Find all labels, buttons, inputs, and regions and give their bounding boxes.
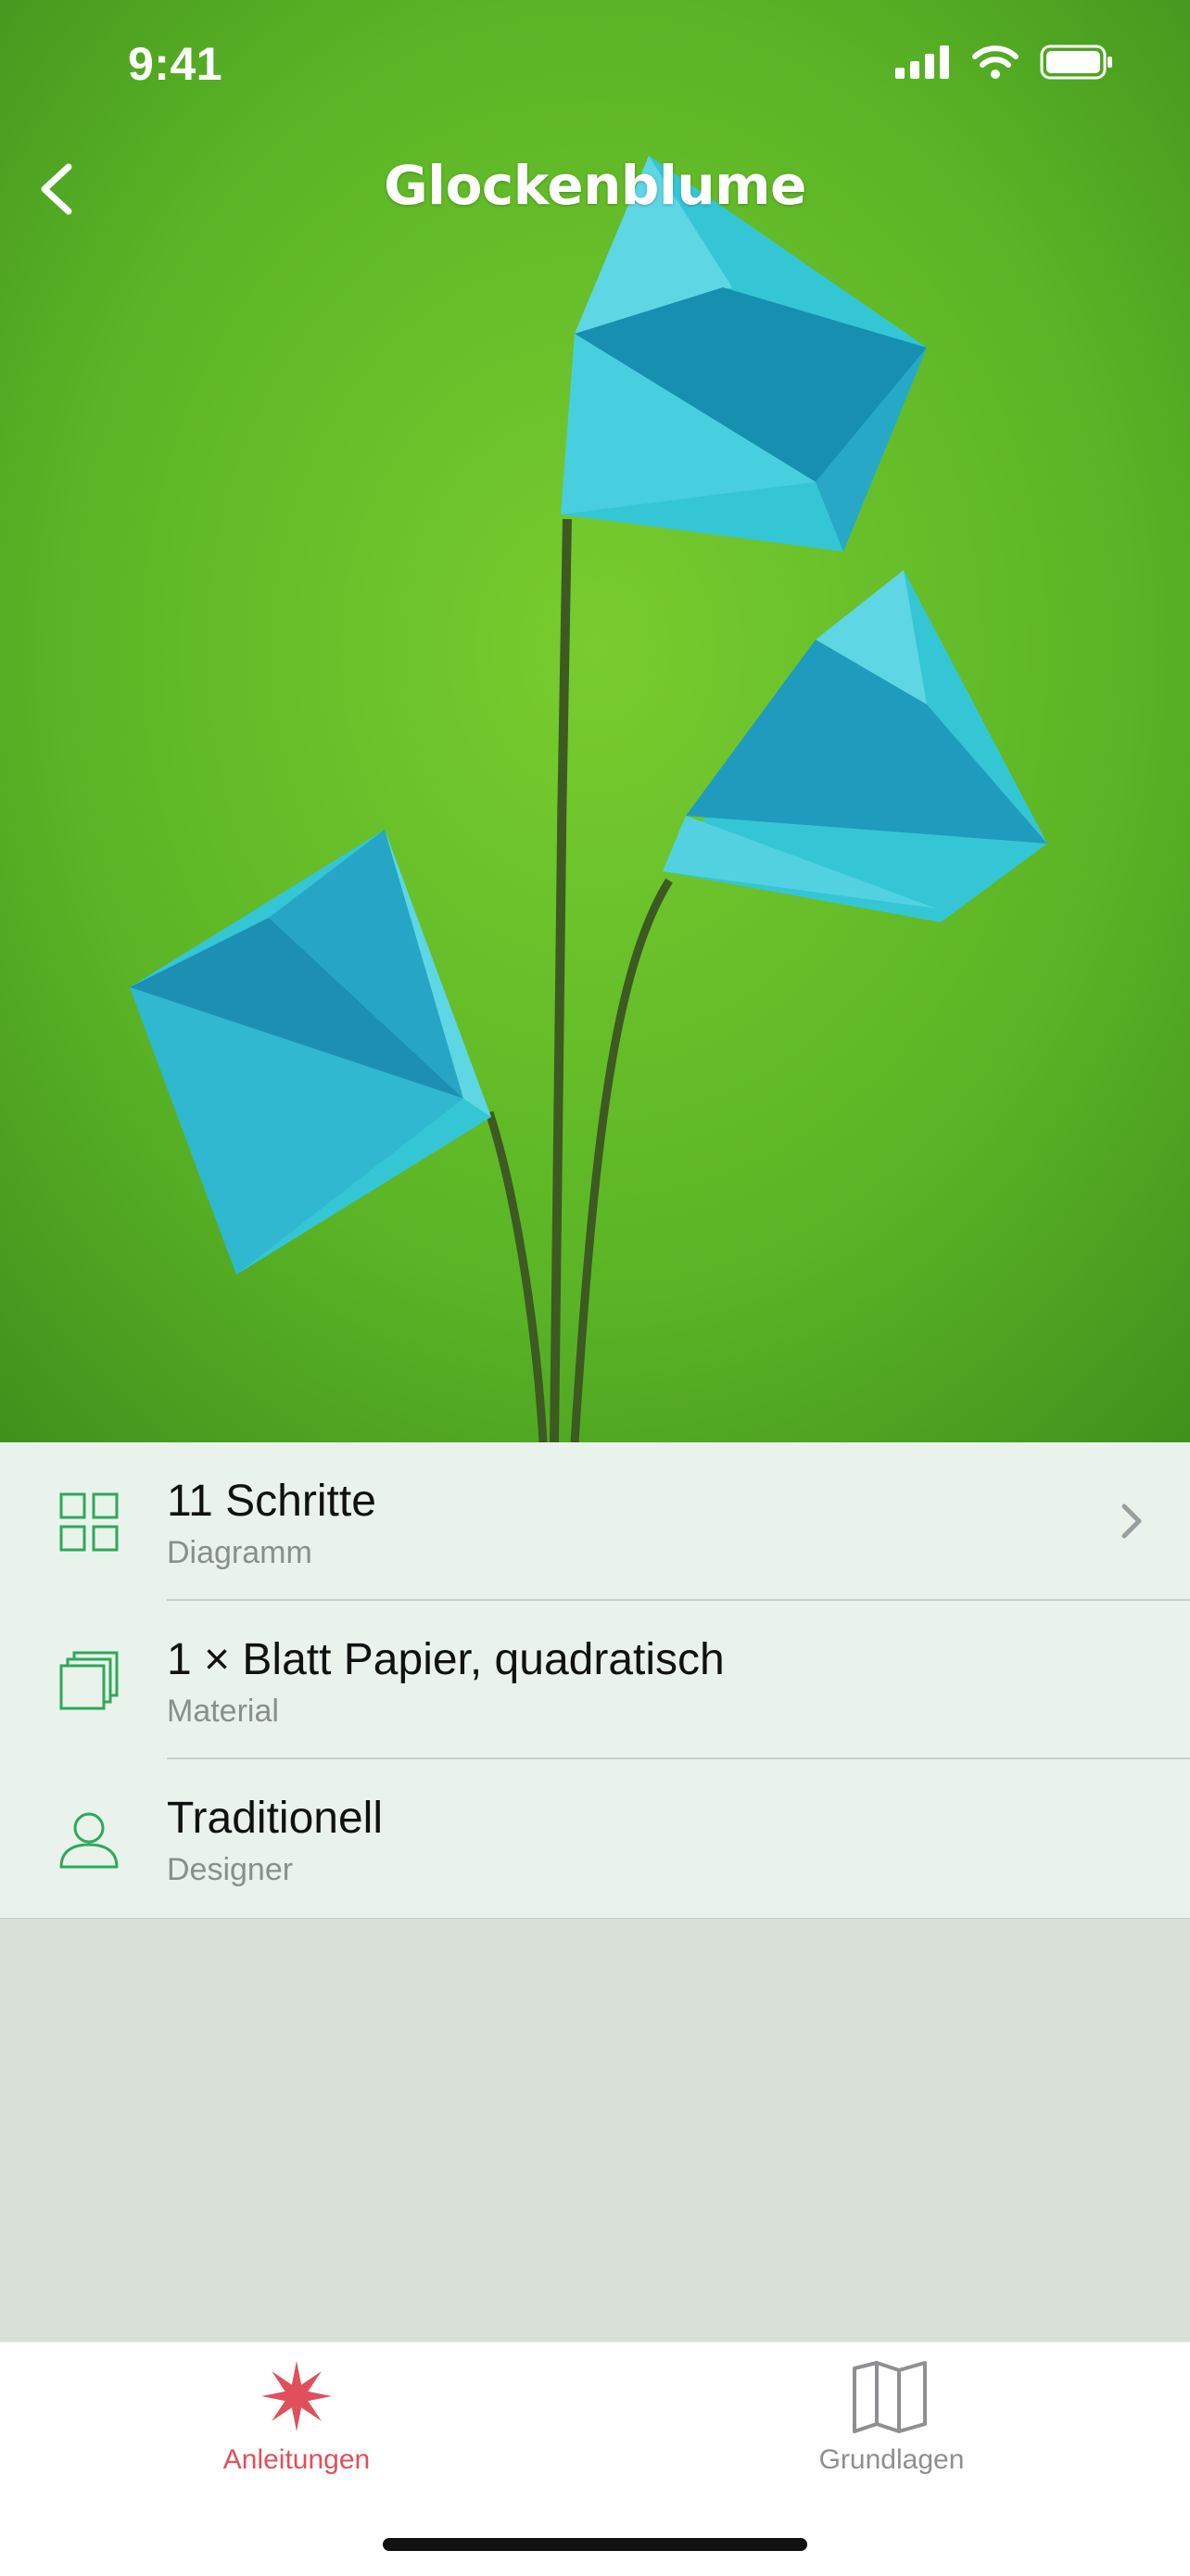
paper-stack-icon xyxy=(59,1651,119,1710)
grid-icon xyxy=(59,1492,119,1552)
material-title: 1 × Blatt Papier, quadratisch xyxy=(167,1635,725,1684)
tab-label-grundlagen: Grundlagen xyxy=(818,2444,965,2475)
page-title: Glockenblume xyxy=(384,154,806,217)
steps-subtitle: Diagramm xyxy=(167,1535,312,1570)
material-row: 1 × Blatt Papier, quadratisch Material xyxy=(0,1601,1190,1759)
empty-area xyxy=(0,1919,1190,2343)
navigation-bar: Glockenblume xyxy=(0,139,1190,241)
tab-label-anleitungen: Anleitungen xyxy=(222,2444,371,2475)
status-time: 9:41 xyxy=(128,38,223,90)
tab-anleitungen[interactable]: Anleitungen xyxy=(158,2359,436,2476)
tab-grundlagen[interactable]: Grundlagen xyxy=(753,2359,1031,2476)
battery-icon xyxy=(1040,44,1112,80)
status-icons xyxy=(895,44,1114,80)
wifi-icon xyxy=(972,45,1019,79)
status-bar: 9:41 xyxy=(0,0,1190,130)
map-icon xyxy=(853,2361,927,2433)
chevron-right-icon xyxy=(1121,1504,1142,1539)
designer-subtitle: Designer xyxy=(167,1852,294,1887)
origami-star-icon xyxy=(261,2361,332,2431)
designer-row: Traditionell Designer xyxy=(0,1759,1190,1918)
home-indicator xyxy=(383,2538,807,2551)
steps-row[interactable]: 11 Schritte Diagramm xyxy=(0,1442,1190,1601)
steps-title: 11 Schritte xyxy=(167,1477,376,1526)
signal-icon xyxy=(895,45,949,79)
person-icon xyxy=(59,1812,119,1869)
details-list: 11 Schritte Diagramm 1 × Blatt Papier, q… xyxy=(0,1442,1190,1920)
material-subtitle: Material xyxy=(167,1694,279,1729)
designer-title: Traditionell xyxy=(167,1794,383,1843)
